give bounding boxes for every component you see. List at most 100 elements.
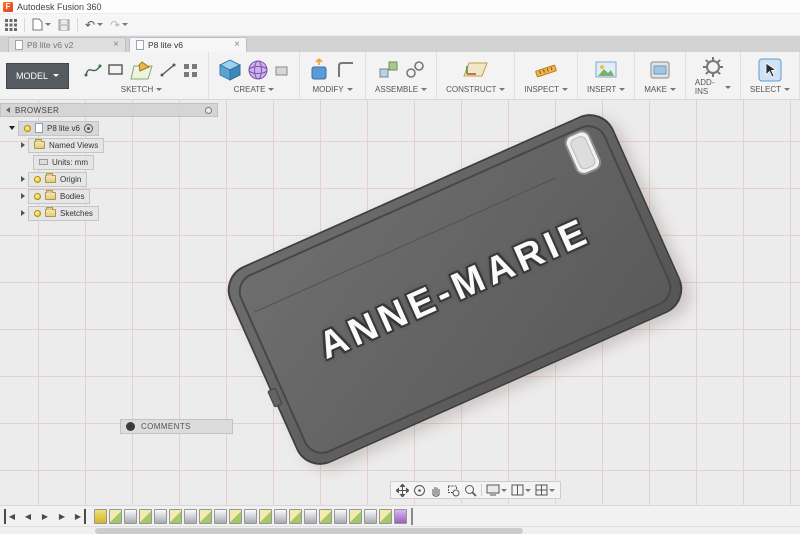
select-button[interactable] [758, 58, 782, 82]
expand-arrow-icon[interactable] [21, 142, 25, 148]
fillet-button[interactable] [336, 60, 356, 80]
ribbon-group-label[interactable]: INSPECT [524, 85, 569, 94]
ribbon-group-label[interactable]: MAKE [644, 85, 676, 94]
rectangle-tool-button[interactable] [107, 61, 125, 79]
box-primitive-button[interactable] [274, 62, 290, 78]
timeline-position-marker[interactable] [411, 507, 413, 525]
create-sketch-button[interactable] [130, 58, 154, 82]
expand-arrow-icon[interactable] [21, 210, 25, 216]
timeline-feature-extrude-icon[interactable] [274, 508, 287, 524]
timeline-play-button[interactable]: ▶ [38, 509, 52, 524]
ribbon-group-label[interactable]: CREATE [234, 85, 275, 94]
timeline-feature-sketch-icon[interactable] [199, 508, 212, 524]
new-component-button[interactable] [378, 59, 400, 81]
ribbon-group-label[interactable]: MODIFY [312, 85, 353, 94]
timeline-feature-sketch-icon[interactable] [289, 508, 302, 524]
visibility-bulb-icon[interactable] [34, 175, 41, 183]
timeline-feature-extrude-icon[interactable] [334, 508, 347, 524]
addins-button[interactable] [702, 56, 724, 78]
measure-button[interactable] [534, 59, 558, 81]
visibility-bulb-icon[interactable] [34, 209, 41, 217]
timeline-feature-sketch-icon[interactable] [349, 508, 362, 524]
tree-row-sketches[interactable]: Sketches [21, 205, 218, 221]
timeline-feature-extrude-icon[interactable] [154, 508, 167, 524]
timeline-feature-extrude-icon[interactable] [184, 508, 197, 524]
zoom-button[interactable] [464, 484, 477, 497]
close-tab-icon[interactable]: × [113, 40, 119, 50]
timeline-go-to-end-button[interactable]: ▶ [72, 508, 86, 524]
timeline-feature-sketch-icon[interactable] [259, 508, 272, 524]
timeline-feature-extrude-icon[interactable] [214, 508, 227, 524]
timeline-feature-extrude-icon[interactable] [124, 508, 137, 524]
timeline-feature-sketch-icon[interactable] [319, 508, 332, 524]
visibility-bulb-icon[interactable] [24, 124, 31, 132]
timeline-feature-sketch-icon[interactable] [379, 508, 392, 524]
timeline-feature-extrude-icon[interactable] [304, 508, 317, 524]
timeline-feature-base-icon[interactable] [94, 508, 107, 524]
timeline-feature-sketch-icon[interactable] [229, 508, 242, 524]
timeline-feature-sketch-icon[interactable] [109, 508, 122, 524]
comments-bar[interactable]: COMMENTS [120, 419, 233, 434]
phone-case-model[interactable]: ANNE-MARIE [219, 105, 691, 474]
timeline-go-to-start-button[interactable]: ◀ [4, 508, 18, 524]
ribbon-group-label[interactable]: SELECT [750, 85, 790, 94]
activate-component-icon[interactable] [83, 123, 93, 133]
layout-grid-button[interactable] [511, 484, 531, 496]
redo-button[interactable]: ↷ [110, 19, 129, 31]
browser-header[interactable]: BROWSER [0, 103, 218, 117]
tree-row-named-views[interactable]: Named Views [21, 137, 218, 153]
save-icon [58, 19, 70, 30]
folder-icon [45, 190, 56, 200]
expand-arrow-icon[interactable] [21, 193, 25, 199]
ribbon-group-label[interactable]: ADD-INS [695, 78, 731, 96]
ribbon-group-label[interactable]: ASSEMBLE [375, 85, 428, 94]
close-tab-icon[interactable]: × [234, 40, 240, 50]
save-button[interactable] [58, 19, 70, 31]
tree-row-root[interactable]: P8 lite v6 [9, 120, 218, 136]
timeline-feature-text-icon[interactable] [394, 508, 407, 524]
timeline-step-back-button[interactable]: ◀ [21, 509, 35, 524]
tree-row-bodies[interactable]: Bodies [21, 188, 218, 204]
joint-button[interactable] [405, 60, 425, 80]
visibility-bulb-icon[interactable] [34, 192, 41, 200]
horizontal-scrollbar[interactable] [0, 526, 800, 534]
expand-arrow-icon[interactable] [21, 176, 25, 182]
spline-tool-button[interactable] [84, 61, 102, 79]
viewport-canvas[interactable]: ANNE-MARIE BROWSER P8 lite v6 Named View… [0, 100, 800, 505]
timeline-feature-extrude-icon[interactable] [364, 508, 377, 524]
make-button[interactable] [649, 59, 671, 81]
line-tool-button[interactable] [159, 61, 177, 79]
workspace-selector[interactable]: MODEL [6, 62, 70, 89]
timeline-step-forward-button[interactable]: ▶ [55, 509, 69, 524]
display-settings-button[interactable] [486, 484, 507, 496]
press-pull-button[interactable] [309, 58, 331, 82]
tree-row-origin[interactable]: Origin [21, 171, 218, 187]
pan-button[interactable] [396, 483, 409, 497]
expand-arrow-icon[interactable] [9, 126, 15, 130]
ribbon-group-label[interactable]: SKETCH [121, 85, 163, 94]
construct-plane-button[interactable] [463, 59, 489, 81]
timeline-feature-sketch-icon[interactable] [169, 508, 182, 524]
scrollbar-thumb[interactable] [95, 528, 523, 534]
orbit-button[interactable] [413, 484, 426, 497]
separator [24, 17, 25, 32]
pan-hand-button[interactable] [430, 484, 443, 497]
file-menu-button[interactable] [32, 18, 51, 31]
zoom-window-button[interactable] [447, 484, 460, 497]
app-grid-button[interactable] [5, 18, 17, 31]
pattern-tool-button[interactable] [182, 62, 199, 79]
form-button[interactable] [247, 59, 269, 81]
timeline-feature-sketch-icon[interactable] [139, 508, 152, 524]
collapse-panel-icon[interactable] [6, 107, 10, 113]
document-tab-active[interactable]: P8 lite v6 × [129, 37, 247, 52]
browser-options-icon[interactable] [205, 106, 212, 114]
insert-image-button[interactable] [595, 60, 617, 80]
ribbon-group-label[interactable]: INSERT [587, 85, 626, 94]
document-tab-inactive[interactable]: P8 lite v6 v2 × [8, 37, 126, 52]
viewports-button[interactable] [535, 484, 555, 496]
new-body-button[interactable] [218, 58, 242, 82]
tree-row-units[interactable]: Units: mm [33, 154, 218, 170]
ribbon-group-label[interactable]: CONSTRUCT [446, 85, 506, 94]
undo-button[interactable]: ↶ [85, 19, 104, 31]
timeline-feature-extrude-icon[interactable] [244, 508, 257, 524]
